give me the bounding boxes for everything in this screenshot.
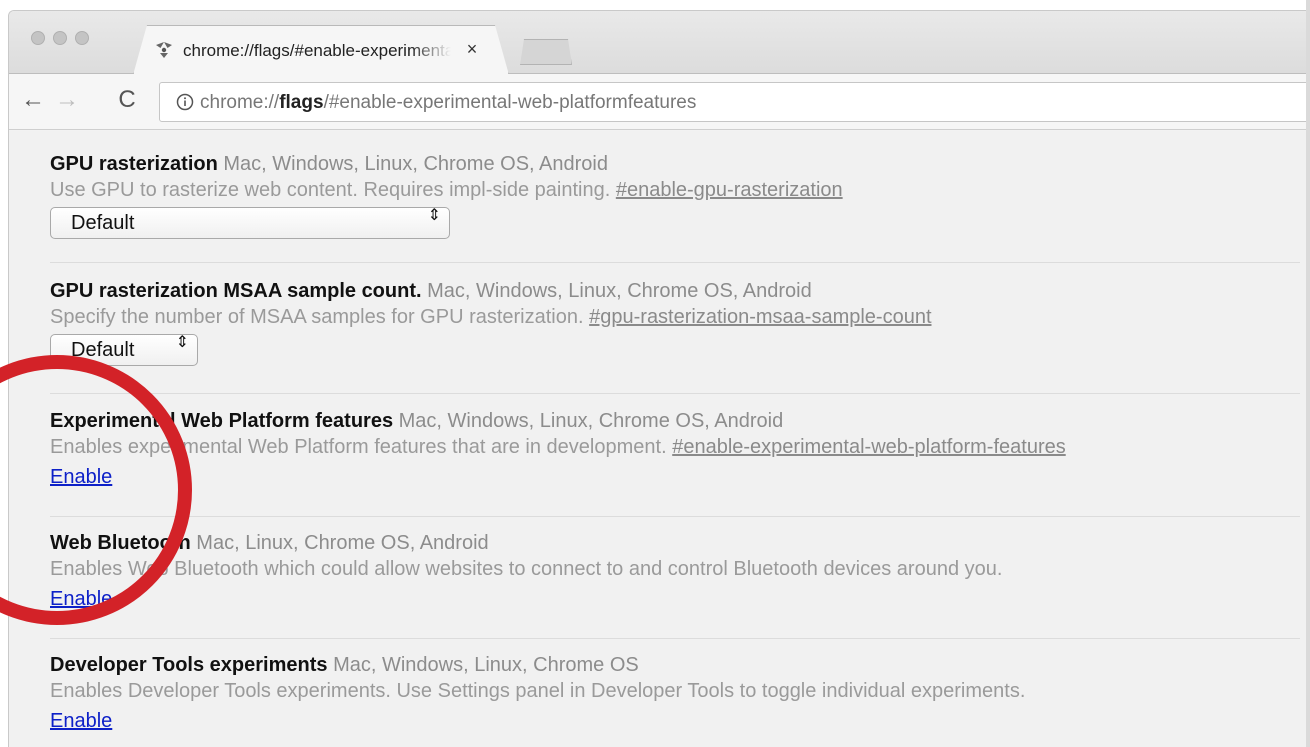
flag-name: Experimental Web Platform features (50, 410, 394, 432)
flag-description: Use GPU to rasterize web content. Requir… (50, 177, 1300, 203)
url-host: flags (279, 92, 324, 113)
url-scheme: chrome:// (200, 92, 280, 113)
divider (50, 393, 1300, 394)
divider (50, 516, 1300, 517)
flag-name: GPU rasterization MSAA sample count. (50, 280, 422, 302)
flag-description: Enables Web Bluetooth which could allow … (50, 558, 1003, 580)
browser-window: chrome://flags/#enable-experimental-web-… (8, 10, 1310, 747)
flag-name: GPU rasterization (50, 153, 218, 175)
screenshot: chrome://flags/#enable-experimental-web-… (0, 0, 1310, 747)
info-icon[interactable] (176, 93, 194, 111)
flag-platforms: Mac, Windows, Linux, Chrome OS, Android (427, 280, 812, 302)
flag-platforms: Mac, Linux, Chrome OS, Android (196, 532, 489, 554)
flag-description-text: Specify the number of MSAA samples for G… (50, 306, 584, 328)
flag-item: Developer Tools experiments Mac, Windows… (50, 652, 1300, 734)
flag-name: Developer Tools experiments (50, 654, 328, 676)
flag-anchor-link[interactable]: #enable-gpu-rasterization (616, 179, 843, 201)
flag-description: Enables experimental Web Platform featur… (50, 434, 1300, 460)
select-value: Default (71, 212, 135, 234)
flag-item: GPU rasterization Mac, Windows, Linux, C… (50, 151, 1300, 239)
close-icon[interactable]: × (463, 39, 481, 59)
flag-platforms: Mac, Windows, Linux, Chrome OS, Android (223, 153, 608, 175)
flag-description-text: Use GPU to rasterize web content. Requir… (50, 179, 611, 201)
flag-item: GPU rasterization MSAA sample count. Mac… (50, 278, 1300, 366)
radiation-icon (156, 42, 172, 58)
flag-item: Web Bluetooth Mac, Linux, Chrome OS, And… (50, 530, 1300, 612)
tab-strip: chrome://flags/#enable-experimental-web-… (9, 11, 1310, 74)
tab-title: chrome://flags/#enable-experimental-web-… (183, 41, 451, 60)
minimize-window-button[interactable] (53, 31, 67, 45)
tab-content: chrome://flags/#enable-experimental-web-… (133, 25, 509, 75)
url-text[interactable]: chrome://flags/#enable-experimental-web-… (200, 92, 696, 114)
select-arrows-icon: ⇕ (427, 207, 441, 224)
enable-link[interactable]: Enable (50, 708, 112, 734)
flag-item: Experimental Web Platform features Mac, … (50, 408, 1300, 490)
flags-list: GPU rasterization Mac, Windows, Linux, C… (9, 131, 1310, 747)
flag-platforms: Mac, Windows, Linux, Chrome OS, Android (398, 410, 784, 432)
close-window-button[interactable] (31, 31, 45, 45)
back-arrow-icon[interactable]: ← (19, 86, 47, 114)
toolbar: ← → C chrome://flags/#enable-experimenta… (9, 74, 1310, 130)
address-bar[interactable]: chrome://flags/#enable-experimental-web-… (159, 82, 1310, 122)
new-tab-button[interactable] (516, 39, 572, 65)
flag-anchor-link[interactable]: #enable-experimental-web-platform-featur… (672, 436, 1066, 458)
flag-name: Web Bluetooth (50, 532, 191, 554)
zoom-window-button[interactable] (75, 31, 89, 45)
forward-arrow-icon[interactable]: → (53, 86, 81, 114)
url-path: /#enable-experimental-web-platformfeatur… (323, 92, 697, 113)
enable-link[interactable]: Enable (50, 464, 112, 490)
enable-link[interactable]: Enable (50, 586, 112, 612)
flag-description: Enables Developer Tools experiments. Use… (50, 680, 1026, 702)
select-arrows-icon: ⇕ (175, 334, 189, 351)
select-value: Default (71, 339, 135, 361)
window-edge (1306, 0, 1310, 747)
flag-platforms: Mac, Windows, Linux, Chrome OS (333, 654, 639, 676)
divider (50, 638, 1300, 639)
flag-select[interactable]: Default ⇕ (50, 334, 198, 366)
reload-icon[interactable]: C (113, 86, 141, 114)
flag-description-text: Enables experimental Web Platform featur… (50, 436, 667, 458)
divider (50, 262, 1300, 263)
flag-description: Specify the number of MSAA samples for G… (50, 304, 1300, 330)
flag-anchor-link[interactable]: #gpu-rasterization-msaa-sample-count (589, 306, 931, 328)
flag-select[interactable]: Default ⇕ (50, 207, 450, 239)
